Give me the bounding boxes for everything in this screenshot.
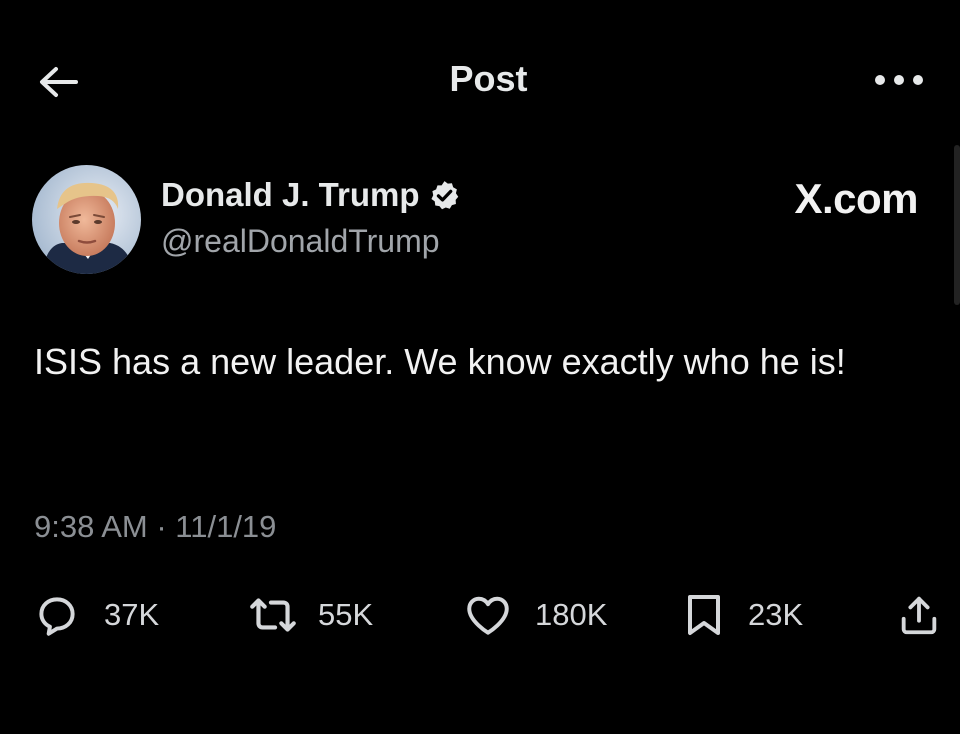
avatar-image [32, 165, 141, 274]
back-button[interactable] [34, 58, 82, 106]
post-text: ISIS has a new leader. We know exactly w… [34, 341, 846, 382]
reply-button[interactable]: 37K [32, 585, 159, 645]
share-icon [901, 596, 937, 635]
bookmark-count: 23K [748, 597, 804, 632]
reply-icon [39, 597, 75, 636]
reply-count: 37K [104, 597, 160, 632]
repost-count: 55K [318, 597, 374, 632]
scrollbar[interactable] [954, 145, 960, 305]
post-timestamp[interactable]: 9:38 AM · 11/1/19 [34, 509, 276, 545]
avatar[interactable] [32, 165, 141, 274]
bookmark-button[interactable]: 23K [682, 585, 803, 645]
more-options-button[interactable] [872, 62, 926, 98]
watermark-label: X.com [794, 175, 918, 222]
top-bar: Post [0, 0, 960, 160]
post-actions-bar: 37K 55K 180K 23K [0, 585, 960, 645]
arrow-left-icon [40, 67, 78, 97]
author-name-row[interactable]: Donald J. Trump [161, 176, 461, 214]
heart-icon [467, 596, 509, 635]
verified-badge-icon [428, 179, 461, 212]
repost-button[interactable]: 55K [246, 585, 373, 645]
like-count: 180K [535, 597, 608, 632]
more-horizontal-icon [875, 75, 923, 85]
author-handle[interactable]: @realDonaldTrump [161, 223, 440, 260]
repost-icon [250, 598, 296, 632]
like-button[interactable]: 180K [463, 585, 607, 645]
page-title: Post [449, 58, 528, 99]
share-button[interactable] [896, 585, 942, 645]
author-display-name[interactable]: Donald J. Trump [161, 176, 420, 214]
bookmark-icon [688, 595, 720, 635]
